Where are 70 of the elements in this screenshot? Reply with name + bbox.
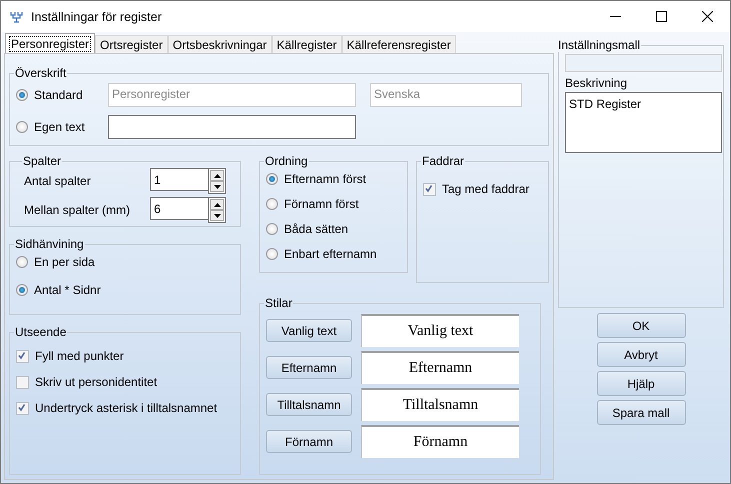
radio-button[interactable] xyxy=(16,89,28,101)
caret-down-icon xyxy=(214,184,220,188)
style-button[interactable]: Tilltalsnamn xyxy=(266,393,352,416)
number-field[interactable]: 1 xyxy=(150,168,208,191)
group-title: Överskrift xyxy=(14,66,68,80)
radio-button[interactable] xyxy=(16,256,28,268)
option-label: Standard xyxy=(34,88,83,102)
caret-up-icon xyxy=(214,174,220,178)
dialog-button[interactable]: OK xyxy=(596,313,686,338)
checkbox[interactable] xyxy=(423,182,436,196)
radio-button[interactable] xyxy=(16,121,28,133)
dialog-button[interactable]: Hjälp xyxy=(596,371,686,396)
spin-up-button[interactable] xyxy=(210,170,224,181)
field-label: Beskrivning xyxy=(565,76,628,90)
caret-down-icon xyxy=(214,214,220,218)
tab[interactable]: Källreferensregister xyxy=(342,35,456,53)
text-field: Personregister xyxy=(108,83,356,107)
group-title: Faddrar xyxy=(421,154,466,168)
caret-up-icon xyxy=(214,202,220,206)
style-button[interactable]: Förnamn xyxy=(266,430,352,453)
checkbox-label: Skriv ut personidentitet xyxy=(35,375,158,389)
style-preview: Vanlig text xyxy=(361,314,519,347)
tab[interactable]: Personregister xyxy=(5,33,96,53)
option-label: Förnamn först xyxy=(284,197,359,211)
style-button[interactable]: Efternamn xyxy=(266,356,352,379)
option-label: Enbart efternamn xyxy=(284,247,377,261)
radio-button[interactable] xyxy=(16,284,28,296)
group-title: Inställningsmall xyxy=(557,38,642,52)
checkbox-label: Undertryck asterisk i tilltalsnamnet xyxy=(35,401,218,415)
field-label: Antal spalter xyxy=(24,174,92,188)
field-label: Mellan spalter (mm) xyxy=(24,203,132,217)
dialog-button[interactable]: Spara mall xyxy=(596,400,686,425)
close-icon[interactable] xyxy=(702,11,712,22)
radio-button[interactable] xyxy=(266,223,278,235)
option-label: Egen text xyxy=(34,120,85,134)
option-label: Antal * Sidnr xyxy=(34,283,101,297)
group-title: Utseende xyxy=(14,325,68,339)
style-button[interactable]: Vanlig text xyxy=(266,319,352,342)
description-field[interactable]: STD Register xyxy=(565,92,722,153)
tab[interactable]: Ortsregister xyxy=(95,35,168,53)
tab[interactable]: Ortsbeskrivningar xyxy=(168,35,272,53)
maximize-icon[interactable] xyxy=(656,11,666,22)
tab[interactable]: Källregister xyxy=(272,35,342,53)
checkbox[interactable] xyxy=(16,350,29,362)
checkbox[interactable] xyxy=(16,402,29,414)
number-field[interactable]: 6 xyxy=(150,197,208,220)
dialog-button[interactable]: Avbryt xyxy=(596,342,686,367)
group-title: Spalter xyxy=(22,154,62,168)
input-field[interactable] xyxy=(108,115,356,139)
option-label: Båda sätten xyxy=(284,222,348,236)
tree-icon xyxy=(10,10,23,22)
style-preview: Förnamn xyxy=(361,425,519,458)
group-title: Stilar xyxy=(264,296,294,310)
spin-down-button[interactable] xyxy=(210,181,224,192)
radio-button[interactable] xyxy=(266,248,278,260)
language-field: Svenska xyxy=(370,83,522,107)
style-preview: Tilltalsnamn xyxy=(361,388,519,421)
spin-up-button[interactable] xyxy=(210,199,224,210)
spin-down-button[interactable] xyxy=(210,210,224,221)
checkbox-label: Fyll med punkter xyxy=(35,349,124,363)
option-label: En per sida xyxy=(34,255,95,269)
group-title: Sidhänvining xyxy=(14,237,85,251)
radio-button[interactable] xyxy=(266,198,278,210)
style-preview: Efternamn xyxy=(361,351,519,384)
radio-button[interactable] xyxy=(266,173,278,185)
checkbox-label: Tag med faddrar xyxy=(442,182,530,196)
option-label: Efternamn först xyxy=(284,172,366,186)
window-title: Inställningar för register xyxy=(31,10,163,24)
group-title: Ordning xyxy=(264,154,309,168)
checkbox[interactable] xyxy=(16,376,29,388)
